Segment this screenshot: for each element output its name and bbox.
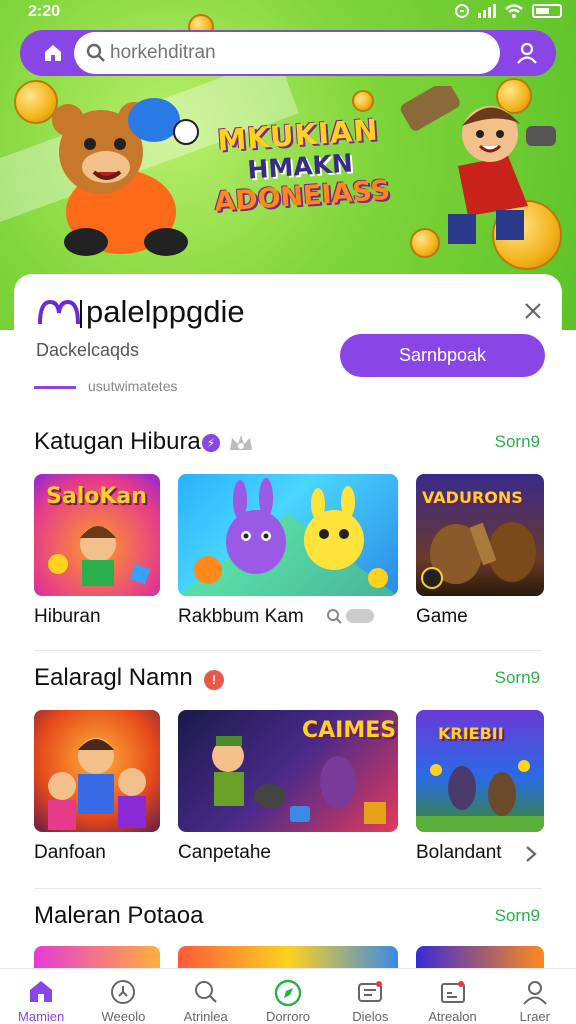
inbox-icon <box>440 981 465 1003</box>
nav-label: Weeolo <box>101 1009 146 1024</box>
game-tile[interactable]: VADURONS <box>416 474 544 596</box>
nav-item-search[interactable]: Atrinlea <box>165 969 247 1024</box>
tile-artwork <box>48 738 146 830</box>
cell-signal-icon <box>478 4 496 18</box>
close-icon[interactable] <box>522 300 544 322</box>
game-tile[interactable]: CAIMES <box>178 710 398 832</box>
user-icon <box>523 981 547 1005</box>
wifi-icon <box>505 4 523 18</box>
brand-name: palelppgdie <box>86 294 245 329</box>
tile-name[interactable]: Game <box>416 606 468 628</box>
notification-icon <box>455 4 469 18</box>
tile-art-text: VADURONS <box>422 488 523 507</box>
alert-badge-icon: ! <box>204 670 224 690</box>
coin-icon <box>352 90 374 112</box>
nav-item-user[interactable]: Lraer <box>494 969 576 1024</box>
section-title: Ealaragl Namn <box>34 664 193 691</box>
nav-label: Atrealon <box>428 1009 477 1024</box>
ticket-icon <box>358 981 383 1002</box>
search-icon <box>86 43 105 62</box>
section-title: Katugan Hibura <box>34 428 201 455</box>
search-field[interactable] <box>74 32 500 74</box>
tile-name[interactable]: Rakbbum Kam <box>178 606 304 628</box>
search-bar <box>20 30 556 76</box>
lightning-badge-icon: ⚡ <box>202 434 220 452</box>
search-input[interactable] <box>110 32 490 74</box>
section-more-link[interactable]: Sorn9 <box>495 668 540 688</box>
nav-label: Lraer <box>519 1009 550 1024</box>
tile-name[interactable]: Bolandant <box>416 842 502 864</box>
tile-art-text: SaloKan <box>46 484 147 509</box>
bottom-navigation: Mamien Weeolo Atrinlea Dorroro Dielos At… <box>0 968 576 1024</box>
chevron-right-icon[interactable] <box>524 844 538 864</box>
tile-name[interactable]: Danfoan <box>34 842 106 864</box>
divider <box>34 888 542 889</box>
search-icon <box>194 981 217 1003</box>
nav-item-explore[interactable]: Dorroro <box>247 969 329 1024</box>
game-tile[interactable]: KRIEBII <box>416 710 544 832</box>
section-more-link[interactable]: Sorn9 <box>495 432 540 452</box>
nav-label: Dielos <box>352 1009 389 1024</box>
game-tile[interactable] <box>34 710 160 832</box>
nav-label: Atrinlea <box>183 1009 228 1024</box>
nav-item-inbox[interactable]: Atrealon <box>411 969 493 1024</box>
tile-artwork <box>178 478 398 596</box>
tile-art-text: CAIMES <box>302 718 397 743</box>
section-title: Maleran Potaoa <box>34 902 204 929</box>
nav-label: Mamien <box>18 1009 65 1024</box>
tag-badge <box>346 609 374 623</box>
section-header-2: Ealaragl Namn ! Sorn9 <box>34 664 544 696</box>
battery-icon <box>532 4 562 18</box>
compass-icon <box>274 979 302 1007</box>
profile-icon[interactable] <box>516 42 538 64</box>
clock-icon <box>111 980 136 1004</box>
home-icon <box>30 981 53 1002</box>
section-header-3: Maleran Potaoa Sorn9 <box>34 902 544 934</box>
nav-label: Dorroro <box>265 1009 311 1024</box>
crown-icon <box>230 435 252 450</box>
game-tile[interactable] <box>178 474 398 596</box>
status-time: 2:20 <box>28 3 61 20</box>
tab-label[interactable]: usutwimatetes <box>88 378 177 394</box>
section-more-link[interactable]: Sorn9 <box>495 906 540 926</box>
card-action-button[interactable]: Sarnbpoak <box>340 334 545 377</box>
tile-name[interactable]: Hiburan <box>34 606 101 628</box>
nav-item-watch[interactable]: Weeolo <box>82 969 164 1024</box>
section-header-1: Katugan Hibura ⚡ Sorn9 <box>34 428 544 460</box>
tile-art-text: KRIEBII <box>438 724 504 743</box>
tile-name[interactable]: Canpetahe <box>178 842 271 864</box>
card-subtitle: Dackelcaqds <box>36 340 140 360</box>
home-icon[interactable] <box>42 42 64 64</box>
tab-indicator <box>34 386 76 389</box>
nav-item-home[interactable]: Mamien <box>0 969 82 1024</box>
boy-mascot-illustration <box>400 86 556 244</box>
bear-mascot-illustration <box>52 98 199 256</box>
status-bar: 2:20 <box>0 0 576 26</box>
search-icon <box>327 609 342 624</box>
brand-logo-icon <box>38 299 82 328</box>
banner-title: MKUKIAN HMAKN ADONEIASS <box>202 111 398 218</box>
divider <box>34 650 542 651</box>
game-tile[interactable]: SaloKan <box>34 474 160 596</box>
nav-item-tickets[interactable]: Dielos <box>329 969 411 1024</box>
